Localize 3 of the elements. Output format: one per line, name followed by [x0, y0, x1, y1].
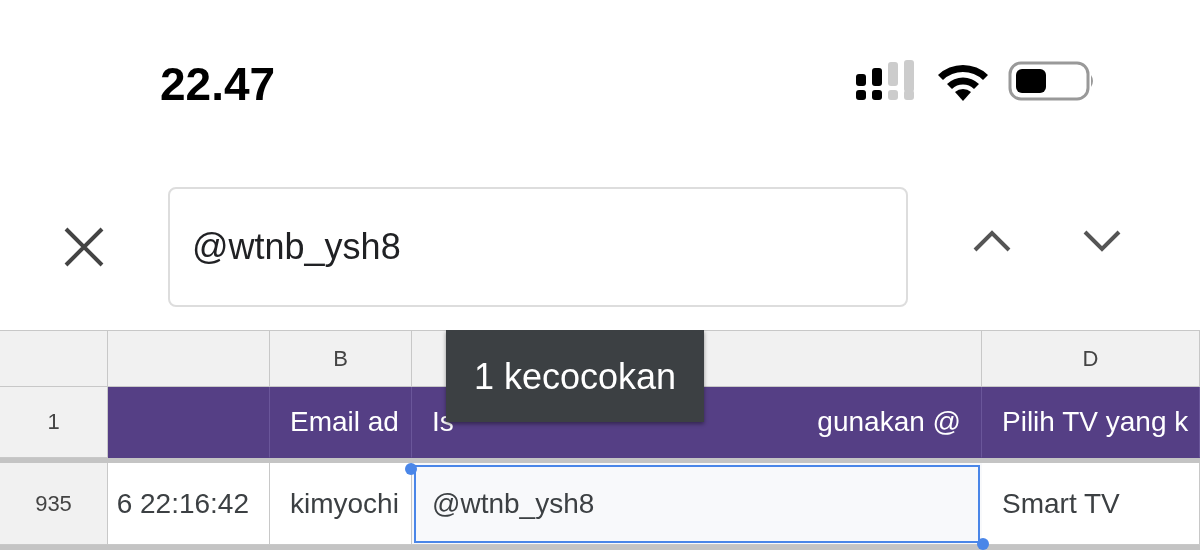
clock-time: 22.47 — [160, 57, 276, 111]
cell-text: gunakan @ — [817, 406, 961, 438]
match-count-tooltip: 1 kecocokan — [446, 330, 705, 422]
